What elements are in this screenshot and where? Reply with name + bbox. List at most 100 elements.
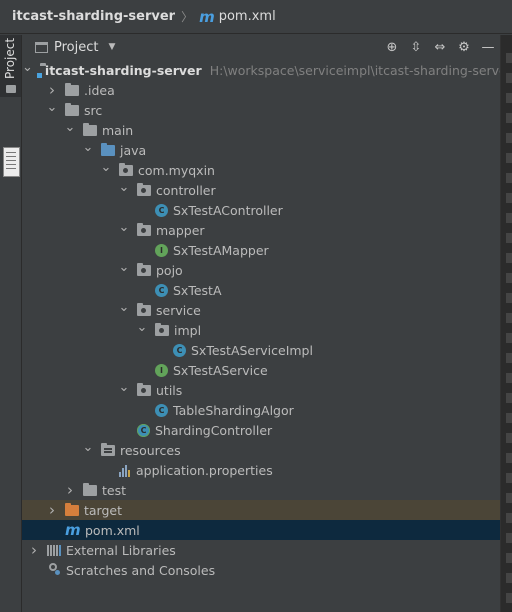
source-folder-icon — [101, 142, 115, 156]
tree-row[interactable]: › target — [22, 500, 500, 520]
panel-title[interactable]: Project — [54, 40, 98, 55]
tree-row[interactable]: ⌄ service — [22, 300, 500, 320]
chevron-right-icon[interactable]: › — [46, 501, 58, 519]
chevron-down-icon[interactable]: ⌄ — [64, 120, 76, 135]
gutter-line-marker — [506, 593, 512, 603]
expand-all-icon[interactable]: ⇳ — [404, 35, 428, 59]
gutter-line-marker — [506, 553, 512, 563]
properties-file-icon — [119, 464, 131, 477]
tree-row[interactable]: ›application.properties — [22, 460, 500, 480]
tree-row[interactable]: ⌄ controller — [22, 180, 500, 200]
tree-item-label: src — [84, 102, 103, 118]
chevron-down-icon[interactable]: ⌄ — [100, 160, 112, 175]
gutter-line-marker — [506, 373, 512, 383]
breadcrumb-project[interactable]: itcast-sharding-server — [12, 9, 175, 24]
chevron-right-icon[interactable]: › — [46, 81, 58, 99]
tree-row[interactable]: ›CSxTestA — [22, 280, 500, 300]
tree-item-label: SxTestAServiceImpl — [191, 342, 313, 358]
class-icon: C — [155, 403, 168, 417]
tree-row[interactable]: ⌄ itcast-sharding-server H:\workspace\serv… — [22, 60, 512, 80]
tree-item-label: External Libraries — [66, 542, 176, 558]
class-icon: C — [155, 203, 168, 217]
chevron-down-icon[interactable]: ⌄ — [118, 300, 130, 315]
tree-row[interactable]: ›CSxTestAServiceImpl — [22, 340, 500, 360]
chevron-down-icon[interactable]: ⌄ — [118, 260, 130, 275]
tree-row[interactable]: › External Libraries — [22, 540, 500, 560]
collapse-all-icon[interactable]: ⇔ — [428, 35, 452, 59]
gutter-line-marker — [506, 533, 512, 543]
tree-item-label: controller — [156, 182, 216, 198]
gutter-line-marker — [506, 413, 512, 423]
tree-item-label: .idea — [84, 82, 115, 98]
tree-item-label: itcast-sharding-server — [44, 62, 202, 78]
tree-row[interactable]: ›Scratches and Consoles — [22, 560, 500, 580]
tree-row[interactable]: ⌄ utils — [22, 380, 500, 400]
tree-row[interactable]: ›CSxTestAController — [22, 200, 500, 220]
tree-row[interactable]: ›mpom.xml — [22, 520, 500, 540]
chevron-right-icon[interactable]: › — [64, 481, 76, 499]
tree-row[interactable]: ›CShardingController — [22, 420, 500, 440]
gear-icon[interactable]: ⚙ — [452, 35, 476, 59]
chevron-right-icon[interactable]: › — [28, 541, 40, 559]
tree-row[interactable]: ⌄ mapper — [22, 220, 500, 240]
chevron-down-icon[interactable]: ▼ — [108, 42, 115, 52]
gutter-line-marker — [506, 333, 512, 343]
package-icon — [155, 322, 169, 336]
tree-item-label: utils — [156, 382, 183, 398]
tree-row[interactable]: ›ISxTestAMapper — [22, 240, 500, 260]
spring-class-icon: C — [137, 423, 150, 437]
chevron-down-icon[interactable]: ⌄ — [118, 380, 130, 395]
gutter-line-marker — [506, 233, 512, 243]
class-icon: C — [173, 343, 186, 357]
tree-row[interactable]: ⌄ impl — [22, 320, 500, 340]
navigation-breadcrumb: itcast-sharding-server 〉 m pom.xml — [0, 0, 512, 34]
package-icon — [119, 162, 133, 176]
gutter-line-marker — [506, 193, 512, 203]
gutter-line-marker — [506, 153, 512, 163]
tree-row[interactable]: ⌄ main — [22, 120, 500, 140]
tree-row[interactable]: ⌄ pojo — [22, 260, 500, 280]
gutter-line-marker — [506, 133, 512, 143]
tree-row[interactable]: ›CTableShardingAlgor — [22, 400, 500, 420]
gutter-line-marker — [506, 73, 512, 83]
folder-icon — [6, 85, 16, 93]
maven-file-icon: m — [199, 7, 215, 26]
gutter-line-marker — [506, 473, 512, 483]
package-icon — [137, 262, 151, 276]
project-tool-tab-label: Project — [3, 37, 17, 79]
package-icon — [137, 182, 151, 196]
tree-item-label: pojo — [156, 262, 183, 278]
chevron-down-icon[interactable]: ⌄ — [46, 100, 58, 115]
tree-row[interactable]: › test — [22, 480, 500, 500]
breadcrumb-file[interactable]: pom.xml — [219, 9, 276, 24]
editor-gutter — [500, 35, 512, 612]
floating-widget-icon[interactable] — [3, 147, 20, 177]
chevron-down-icon[interactable]: ⌄ — [82, 140, 94, 155]
gutter-line-marker — [506, 433, 512, 443]
gutter-line-marker — [506, 513, 512, 523]
resources-folder-icon — [101, 442, 115, 456]
project-view-icon — [35, 41, 48, 53]
tree-row[interactable]: ⌄ src — [22, 100, 500, 120]
tree-row[interactable]: ⌄ resources — [22, 440, 500, 460]
chevron-down-icon[interactable]: ⌄ — [136, 320, 148, 335]
tree-item-label: SxTestA — [173, 282, 222, 298]
chevron-down-icon[interactable]: ⌄ — [22, 60, 33, 75]
chevron-down-icon[interactable]: ⌄ — [118, 180, 130, 195]
chevron-down-icon[interactable]: ⌄ — [82, 440, 94, 455]
tree-item-label: com.myqxin — [138, 162, 215, 178]
tree-row[interactable]: ⌄ com.myqxin — [22, 160, 500, 180]
minimize-icon[interactable]: — — [476, 35, 500, 59]
scratches-icon — [47, 563, 61, 577]
tree-row[interactable]: ⌄ java — [22, 140, 500, 160]
gutter-line-marker — [506, 293, 512, 303]
folder-icon — [83, 482, 97, 496]
tree-item-label: target — [84, 502, 123, 518]
chevron-down-icon[interactable]: ⌄ — [118, 220, 130, 235]
breadcrumb-separator-icon: 〉 — [181, 10, 194, 24]
crosshair-icon[interactable]: ⊕ — [380, 35, 404, 59]
tree-item-label: java — [120, 142, 147, 158]
project-tool-tab[interactable]: Project — [0, 35, 21, 97]
tree-row[interactable]: › .idea — [22, 80, 500, 100]
tree-row[interactable]: ›ISxTestAService — [22, 360, 500, 380]
